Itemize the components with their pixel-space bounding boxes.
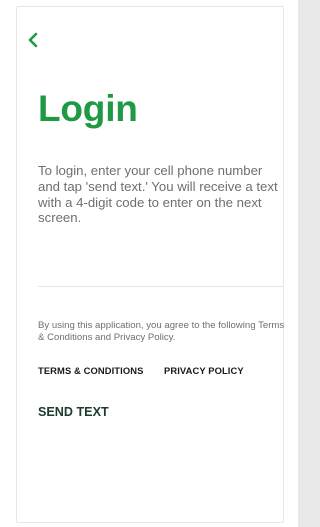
page-title: Login — [38, 88, 138, 129]
divider — [38, 286, 284, 287]
back-button[interactable] — [26, 32, 40, 48]
privacy-policy-link[interactable]: PRIVACY POLICY — [164, 365, 244, 376]
agreement-text: By using this application, you agree to … — [38, 320, 285, 343]
instructions-text: To login, enter your cell phone number a… — [38, 163, 278, 226]
terms-link[interactable]: TERMS & CONDITIONS — [38, 365, 143, 376]
screen-frame — [16, 6, 284, 523]
chevron-left-icon — [28, 32, 38, 48]
login-screen: Login To login, enter your cell phone nu… — [0, 0, 298, 527]
send-text-button[interactable]: SEND TEXT — [38, 405, 109, 419]
